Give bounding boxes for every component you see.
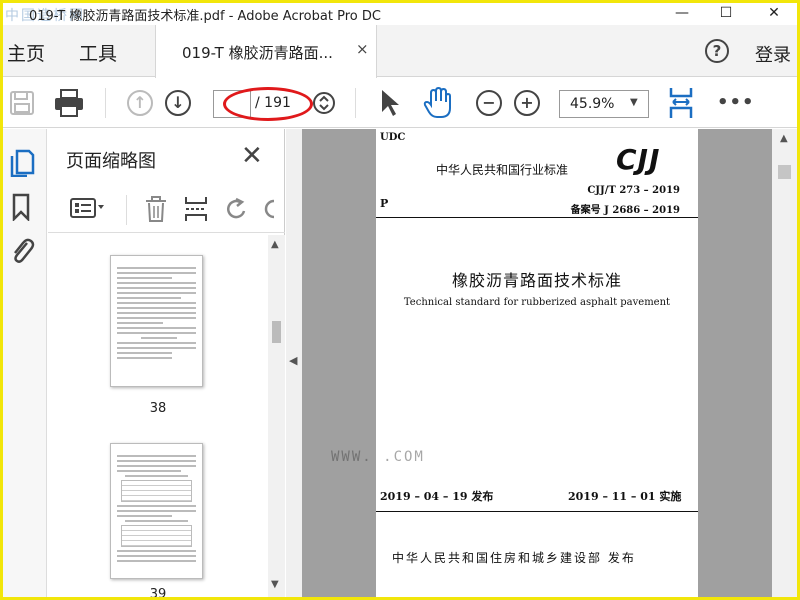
p-label: P <box>380 197 389 210</box>
chevron-left-icon: ◀ <box>289 354 298 367</box>
rotate-clockwise-icon[interactable] <box>264 197 278 225</box>
help-icon[interactable]: ? <box>705 39 729 63</box>
document-title-cn: 橡胶沥青路面技术标准 <box>451 271 622 290</box>
page-thumbnails-icon[interactable] <box>9 147 35 181</box>
zoom-in-icon[interactable]: + <box>514 90 540 116</box>
tab-document-label: 019-T 橡胶沥青路面... <box>182 44 333 62</box>
tab-home[interactable]: 主页 <box>7 39 45 66</box>
rule-line <box>376 217 698 218</box>
tab-close-button[interactable]: × <box>356 40 369 58</box>
panel-divider <box>126 195 127 225</box>
udc-label: UDC <box>380 132 406 143</box>
toolbar: ↑ ↓ / 191 − + 45.9% ▼ ••• <box>3 78 797 128</box>
print-icon[interactable] <box>53 88 85 122</box>
panel-collapse-handle[interactable]: ◀ <box>286 129 302 597</box>
rule-line <box>376 511 698 512</box>
chevron-down-icon: ▼ <box>630 97 638 108</box>
standard-type: 中华人民共和国行业标准 <box>436 163 569 177</box>
title-bar: 中国造桥网 019-T 橡胶沥青路面技术标准.pdf - Adobe Acrob… <box>3 3 797 25</box>
thumbnail-options-icon[interactable] <box>70 197 106 223</box>
cjj-logo: CJJ <box>616 143 661 176</box>
pdf-page: UDC 中华人民共和国行业标准 CJJ P CJJ/T 273 – 2019 备… <box>376 129 698 597</box>
red-annotation-circle <box>223 87 313 121</box>
zoom-select[interactable]: 45.9% ▼ <box>559 90 649 118</box>
page-thumbnail[interactable] <box>110 255 203 387</box>
thumbnail-panel: 页面缩略图 ✕ 38 39 ▲ ▼ <box>48 129 285 597</box>
scroll-up-icon[interactable]: ▲ <box>271 239 279 250</box>
panel-title: 页面缩略图 <box>66 151 156 172</box>
tab-tools[interactable]: 工具 <box>79 39 117 66</box>
document-title-en: Technical standard for rubberized asphal… <box>403 297 671 308</box>
thumbnail-page-number: 39 <box>149 587 167 597</box>
app-window: 中国造桥网 019-T 橡胶沥青路面技术标准.pdf - Adobe Acrob… <box>3 3 797 597</box>
page-stepper-icon[interactable] <box>313 90 335 120</box>
window-title: 019-T 橡胶沥青路面技术标准.pdf - Adobe Acrobat Pro… <box>29 9 381 24</box>
next-page-icon[interactable]: ↓ <box>165 90 191 116</box>
publisher: 中华人民共和国住房和城乡建设部 发布 <box>392 551 636 565</box>
effective-date: 2019 – 11 – 01 实施 <box>568 490 682 503</box>
page-thumbnail[interactable] <box>110 443 203 579</box>
tab-document[interactable]: 019-T 橡胶沥青路面... × <box>155 25 377 78</box>
thumbnail-list: 38 39 <box>48 235 268 597</box>
left-nav-rail <box>3 129 47 597</box>
previous-page-icon[interactable]: ↑ <box>127 90 153 116</box>
select-cursor-icon[interactable] <box>379 88 401 122</box>
attachments-icon[interactable] <box>9 235 35 269</box>
scroll-down-icon[interactable]: ▼ <box>271 579 279 590</box>
hand-tool-icon[interactable] <box>423 86 453 123</box>
fit-width-icon[interactable] <box>667 86 695 124</box>
zoom-value: 45.9% <box>570 96 615 112</box>
record-number: 备案号 J 2686 – 2019 <box>570 205 680 216</box>
issue-date: 2019 – 04 – 19 发布 <box>380 490 494 503</box>
document-view[interactable]: UDC 中华人民共和国行业标准 CJJ P CJJ/T 273 – 2019 备… <box>302 129 772 597</box>
more-options-icon[interactable]: ••• <box>717 92 755 113</box>
login-link[interactable]: 登录 <box>755 41 791 67</box>
scroll-up-icon[interactable]: ▲ <box>780 133 788 144</box>
toolbar-divider <box>355 88 356 118</box>
rotate-icon[interactable] <box>224 197 250 225</box>
minimize-button[interactable]: — <box>659 3 705 25</box>
zoom-out-icon[interactable]: − <box>476 90 502 116</box>
thumbnail-page-number: 38 <box>149 401 167 416</box>
delete-icon[interactable] <box>144 195 168 227</box>
toolbar-divider <box>105 88 106 118</box>
watermark-bottom: WWW. .COM <box>331 449 425 465</box>
bookmarks-icon[interactable] <box>11 193 31 225</box>
document-scrollbar[interactable]: ▲ <box>772 129 797 597</box>
save-icon[interactable] <box>9 90 35 120</box>
tab-bar: 主页 工具 019-T 橡胶沥青路面... × ? 登录 <box>3 25 797 78</box>
panel-toolbar <box>48 183 285 233</box>
close-window-button[interactable]: ✕ <box>751 3 797 25</box>
scrollbar-thumb[interactable] <box>272 321 281 343</box>
standard-code: CJJ/T 273 – 2019 <box>587 185 680 196</box>
maximize-button[interactable]: ☐ <box>703 3 749 25</box>
close-icon[interactable]: ✕ <box>241 141 263 171</box>
insert-page-icon[interactable] <box>184 195 208 227</box>
scrollbar-thumb[interactable] <box>778 165 791 179</box>
thumbnail-scrollbar[interactable]: ▲ ▼ <box>268 235 285 597</box>
